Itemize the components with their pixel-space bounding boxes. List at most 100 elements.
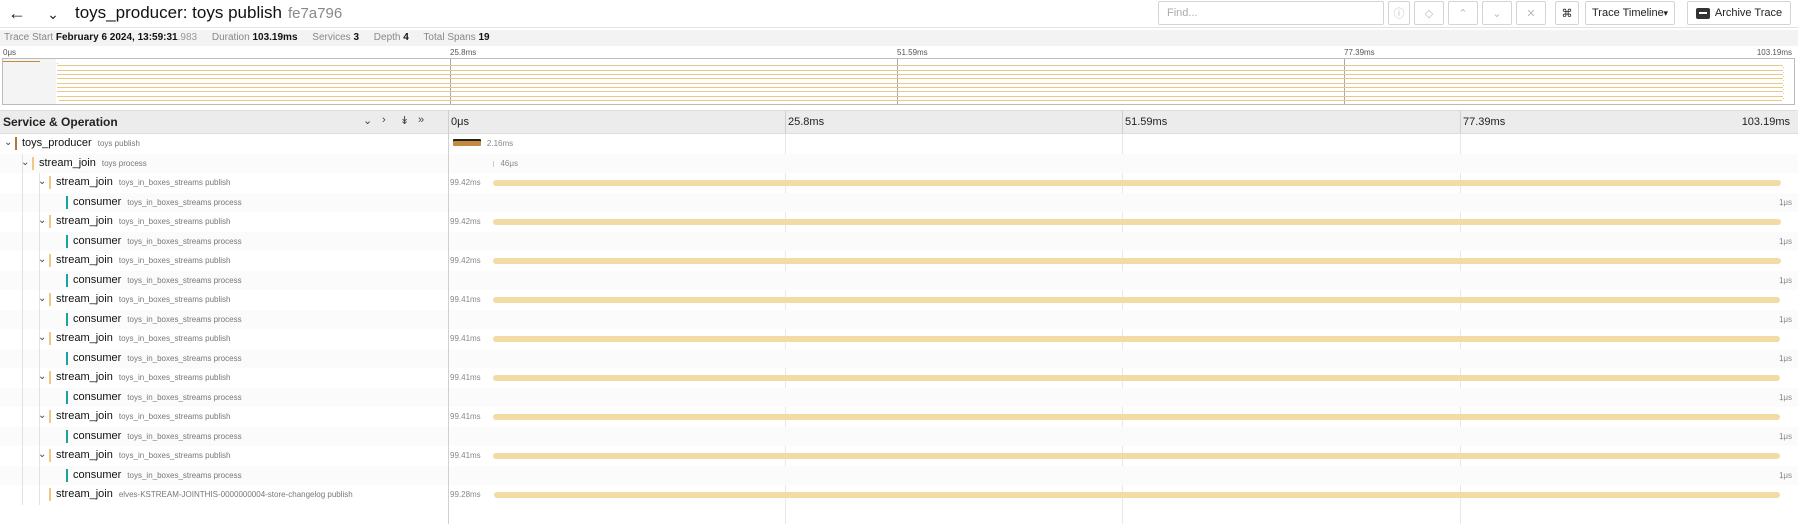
minimap-span-line [57,86,1783,88]
span-row[interactable]: ⌄ stream_join toys_in_boxes_streams publis… [0,212,1798,232]
span-bar[interactable] [493,297,1781,303]
span-row[interactable]: ⌄ stream_join toys_in_boxes_streams publis… [0,368,1798,388]
span-row[interactable]: ⌄ stream_join toys_in_boxes_streams publis… [0,290,1798,310]
span-row[interactable]: ⌄ stream_join toys_in_boxes_streams publis… [0,407,1798,427]
span-name[interactable]: consumer toys_in_boxes_streams process [73,313,242,326]
archive-trace-button[interactable]: Archive Trace [1687,1,1791,25]
span-bar[interactable] [493,219,1781,225]
span-duration: 99.41ms [450,451,481,460]
span-name[interactable]: consumer toys_in_boxes_streams process [73,391,242,404]
span-name[interactable]: stream_join toys_in_boxes_streams publish [56,254,230,267]
find-field[interactable] [1158,1,1384,25]
span-name[interactable]: consumer toys_in_boxes_streams process [73,274,242,287]
span-row[interactable]: consumer toys_in_boxes_streams process 1μs [0,270,1798,290]
collapse-one-icon[interactable]: ⌄ [363,114,372,127]
span-bar[interactable] [493,453,1781,459]
minimap-tick: 103.19ms [1756,48,1792,57]
span-row[interactable]: ⌄ stream_join toys_in_boxes_streams publis… [0,173,1798,193]
span-name[interactable]: consumer toys_in_boxes_streams process [73,235,242,248]
expand-all-icon[interactable]: » [418,114,424,126]
trace-id: fe7a796 [287,5,343,22]
span-operation: toys_in_boxes_streams process [127,314,242,324]
back-arrow-icon[interactable]: ← [6,2,28,24]
keyboard-shortcuts-button[interactable]: ⌘ [1555,1,1579,25]
span-toggle-icon[interactable]: ⌄ [4,137,12,149]
span-name[interactable]: stream_join toys_in_boxes_streams publish [56,410,230,423]
trace-minimap[interactable] [2,58,1795,105]
timeline-tick: 103.19ms [1741,116,1790,128]
diamond-icon: ◇ [1424,7,1434,20]
duration-value: 103.19ms [252,32,298,43]
minimap-span-line [57,65,1783,67]
help-icon: ⓘ [1393,8,1405,20]
depth-label: Depth [373,32,401,43]
span-operation: elves-KSTREAM-JOINTHIS-0000000004-store-… [118,490,353,499]
next-match-button[interactable]: ⌄ [1482,1,1512,25]
span-name[interactable]: stream_join toys_in_boxes_streams publish [56,293,230,306]
timeline-tick: 25.8ms [788,116,825,128]
span-row[interactable]: ⌄ stream_join toys_in_boxes_streams publis… [0,329,1798,349]
span-name[interactable]: stream_join toys_in_boxes_streams publish [56,332,230,345]
span-name[interactable]: consumer toys_in_boxes_streams process [73,469,242,482]
span-operation: toys_in_boxes_streams publish [118,334,231,343]
header-gridline [785,111,786,133]
chevron-down-icon[interactable]: ⌄ [42,3,64,25]
minimap-span-line [57,69,1783,71]
clear-search-button[interactable]: ✕ [1516,1,1546,25]
span-duration: 1μs [1778,353,1792,363]
span-row[interactable]: ⌄ stream_join toys_in_boxes_streams publis… [0,446,1798,466]
span-bar[interactable] [453,141,481,146]
locate-button[interactable]: ◇ [1414,1,1444,25]
span-name[interactable]: consumer toys_in_boxes_streams process [73,352,242,365]
span-name[interactable]: stream_join elves-KSTREAM-JOINTHIS-000000… [56,488,353,501]
span-name[interactable]: stream_join toys_in_boxes_streams publish [56,176,230,189]
span-row[interactable]: consumer toys_in_boxes_streams process 1μs [0,348,1798,368]
span-name[interactable]: consumer toys_in_boxes_streams process [73,196,242,209]
span-duration: 1μs [1778,392,1792,402]
span-duration: 99.42ms [450,217,481,226]
help-button[interactable]: ⓘ [1388,1,1410,25]
column-divider[interactable] [448,110,449,524]
span-service: toys_producer [22,137,92,149]
span-row[interactable]: consumer toys_in_boxes_streams process 1μs [0,231,1798,251]
span-bar[interactable] [493,414,1781,420]
prev-match-button[interactable]: ⌃ [1448,1,1478,25]
span-operation: toys_in_boxes_streams process [127,431,242,441]
duration-label: Duration [211,32,250,43]
span-row[interactable]: consumer toys_in_boxes_streams process 1μs [0,192,1798,212]
span-service: consumer [73,234,122,247]
collapse-all-icon[interactable]: ↡ [400,114,409,127]
span-bar[interactable] [493,180,1781,186]
span-row[interactable]: consumer toys_in_boxes_streams process 1μs [0,465,1798,485]
span-bar[interactable] [493,160,495,167]
span-name[interactable]: stream_join toys_in_boxes_streams publish [56,371,230,384]
span-name[interactable]: toys_producer toys publish [22,137,140,150]
span-operation: toys_in_boxes_streams publish [118,295,231,304]
span-operation: toys_in_boxes_streams process [127,470,242,480]
span-bar[interactable] [493,258,1781,264]
span-row[interactable]: consumer toys_in_boxes_streams process 1μs [0,309,1798,329]
span-name[interactable]: stream_join toys_in_boxes_streams publish [56,215,230,228]
span-row[interactable]: ⌄ stream_join toys process 46μs [0,153,1798,173]
span-bar[interactable] [494,492,1780,498]
service-color-bar [66,195,68,209]
span-name[interactable]: stream_join toys process [39,157,147,170]
span-row[interactable]: consumer toys_in_boxes_streams process 1μs [0,426,1798,446]
span-operation: toys_in_boxes_streams publish [118,256,231,265]
service-color-bar [15,137,17,150]
span-rows: ⌄ toys_producer toys publish 2.16ms ⌄ stream_… [0,134,1798,524]
span-bar[interactable] [493,336,1781,342]
minimap-shade [3,59,56,104]
span-row[interactable]: ⌄ stream_join toys_in_boxes_streams publis… [0,251,1798,271]
span-bar[interactable] [493,375,1781,381]
span-service: consumer [73,429,122,442]
span-row[interactable]: consumer toys_in_boxes_streams process 1μs [0,387,1798,407]
span-row[interactable]: ⌄ toys_producer toys publish 2.16ms [0,134,1798,154]
find-input[interactable] [1159,2,1383,24]
span-service: stream_join [56,254,113,266]
span-name[interactable]: consumer toys_in_boxes_streams process [73,430,242,443]
view-select[interactable]: Trace Timeline ▾ [1585,1,1675,25]
span-name[interactable]: stream_join toys_in_boxes_streams publish [56,449,230,462]
expand-one-icon[interactable]: › [382,114,386,126]
span-row[interactable]: stream_join elves-KSTREAM-JOINTHIS-000000… [0,485,1798,505]
